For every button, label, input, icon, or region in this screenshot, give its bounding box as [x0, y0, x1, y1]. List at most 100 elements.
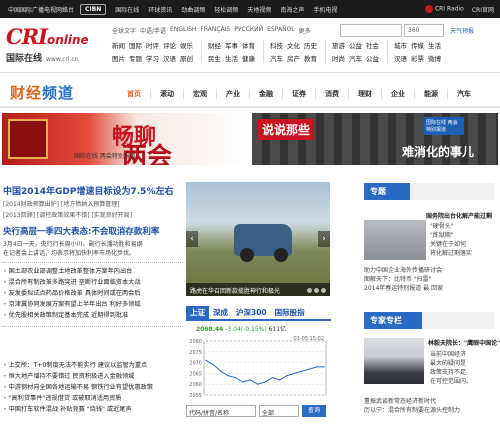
nav-link[interactable]: 生活 [428, 40, 441, 50]
tab-csi300[interactable]: 沪深300 [232, 306, 271, 319]
news-item[interactable]: 国土部农业部调整土地改革整体方案年内出台 [3, 266, 183, 277]
news-item[interactable]: 友发委拟试点药品价格改革 具体时间或在两会后 [3, 288, 183, 299]
topic-title[interactable]: 国务院出台化解产能过剩 [426, 211, 492, 220]
nav-link[interactable]: 财经 [208, 40, 221, 50]
expert-title[interactable]: 林毅夫院长："鹰眼中国论" [428, 338, 500, 347]
channel-nav-item[interactable]: 金融 [249, 89, 282, 99]
tab-global-index[interactable]: 国际股指 [271, 306, 309, 319]
top-headline[interactable]: 中国2014年GDP增速目标设为7.5%左右 [3, 184, 173, 197]
stock-code-input[interactable]: 代码/拼音/名称 [186, 405, 256, 417]
cri-online-logo[interactable]: CRIonline 国际在线 www.cri.cn [6, 24, 102, 68]
news-item[interactable]: 上交所：T+0制度无法不能实行 建议以监管为重点 [3, 360, 183, 371]
nav-link[interactable]: 图片 [112, 53, 125, 63]
network-title[interactable]: 中国国际广播电视网络台 [8, 5, 74, 14]
topic-image[interactable] [364, 220, 426, 260]
channel-nav-item[interactable]: 产业 [216, 89, 249, 99]
nav-link[interactable]: 汉语 [394, 53, 407, 63]
featured-photo[interactable]: 路虎在华召回新款揽胜神行和极光 [186, 182, 330, 296]
nav-link[interactable]: 军事 [225, 40, 238, 50]
tab-shenzhen[interactable]: 深成 [209, 306, 232, 319]
news-item[interactable]: 混合所有制改革多路突进 垄断行业面临资本大战 [3, 277, 183, 288]
nav-link[interactable]: 民生 [208, 53, 221, 63]
nav-link[interactable]: 汽车 [270, 53, 283, 63]
nav-link[interactable]: 微博 [428, 53, 441, 63]
channel-logo[interactable]: 财经频道 [10, 82, 74, 103]
top-channel-link[interactable]: 南海之声 [280, 5, 304, 14]
channel-nav-item[interactable]: 企业 [381, 89, 414, 99]
nav-link[interactable]: 娱乐 [180, 40, 193, 50]
expert-link[interactable]: 历以宁：混合所有制要在源头控制力 [364, 406, 460, 415]
lang-link[interactable]: ESPAÑOL [267, 26, 295, 35]
nav-link[interactable]: 国际 [129, 40, 142, 50]
news-item[interactable]: 中国打车软件混战 补贴竞赛 "烧钱" 或近尾声 [3, 404, 183, 415]
nav-link[interactable]: 汽车 [349, 53, 362, 63]
channel-nav-item[interactable]: 宏观 [183, 89, 216, 99]
top-channel-link[interactable]: 轻松调频 [214, 5, 238, 14]
tab-shanghai[interactable]: 上证 [186, 306, 209, 319]
nav-link[interactable]: 原创 [180, 53, 193, 63]
nav-link[interactable]: 传媒 [411, 40, 424, 50]
nav-link[interactable]: 时尚 [332, 53, 345, 63]
nav-link[interactable]: 房产 [287, 53, 300, 63]
nav-link[interactable]: 历史 [304, 40, 317, 50]
nav-link[interactable]: 公益 [366, 53, 379, 63]
nav-link[interactable]: 汉语 [163, 53, 176, 63]
top-channel-link[interactable]: 手机电视 [313, 5, 337, 14]
hard-topics-banner[interactable]: 说说那些 国际在线 两会特别报道 难消化的事儿 [252, 113, 498, 165]
lang-link[interactable]: FRANÇAIS [200, 26, 230, 35]
nav-link[interactable]: 教育 [304, 53, 317, 63]
nav-link[interactable]: 生活 [225, 53, 238, 63]
topic-link[interactable]: 助力中国企业海外传播研讨会 [364, 266, 443, 275]
nav-link[interactable]: 评论 [163, 40, 176, 50]
search-engine-select[interactable]: 360 [404, 24, 444, 37]
nav-link[interactable]: 学习 [146, 53, 159, 63]
channel-nav-item[interactable]: 汽车 [447, 89, 480, 99]
cri-official-link[interactable]: CRI官网 [472, 5, 494, 14]
channel-nav-item[interactable]: 证券 [282, 89, 315, 99]
nav-link[interactable]: 彩票 [411, 53, 424, 63]
stock-search-button[interactable]: 查询 [302, 405, 326, 417]
channel-nav-item[interactable]: 理财 [348, 89, 381, 99]
cri-radio-link[interactable]: CRI Radio [424, 5, 464, 13]
lang-link[interactable]: 更多 [299, 26, 311, 35]
two-sessions-banner[interactable]: 畅聊 两会 国际在线 两会特别报道 [2, 113, 247, 165]
cibn-logo[interactable]: CIBN [80, 3, 107, 15]
headline-sublinks[interactable]: [2013回顾] [调控政策效果不错] [实现良好开局] [3, 210, 183, 219]
nav-link[interactable]: 城市 [394, 40, 407, 50]
nav-link[interactable]: 旅游 [332, 40, 345, 50]
carousel-dot[interactable] [314, 288, 319, 293]
channel-nav-home[interactable]: 首页 [118, 89, 150, 99]
nav-link[interactable]: 公益 [349, 40, 362, 50]
top-channel-link[interactable]: 劲曲调频 [181, 5, 205, 14]
lang-link[interactable]: 全球文字 [112, 26, 136, 35]
top-channel-link[interactable]: 环球资讯 [148, 5, 172, 14]
lang-link[interactable]: ENGLISH [170, 26, 196, 35]
expert-portrait[interactable] [364, 338, 424, 384]
nav-link[interactable]: 健康 [242, 53, 255, 63]
nav-link[interactable]: 新闻 [112, 40, 125, 50]
top-channel-link[interactable]: 国际在线 [115, 5, 139, 14]
lang-link[interactable]: 中语/手语 [140, 26, 166, 35]
nav-link[interactable]: 体育 [242, 40, 255, 50]
nav-link[interactable]: 专题 [129, 53, 142, 63]
stock-market-select[interactable]: 全部 [259, 405, 299, 417]
nav-link[interactable]: 时评 [146, 40, 159, 50]
nav-link[interactable]: 科技 [270, 40, 283, 50]
channel-nav-item[interactable]: 能源 [414, 89, 447, 99]
news-item[interactable]: 京津冀协同发展方案有望上半年出台 利好多领域 [3, 299, 183, 310]
carousel-dot[interactable] [321, 288, 326, 293]
second-headline[interactable]: 央行高层一季四大表态:不会取消存款利率 [3, 225, 159, 237]
carousel-prev-arrow[interactable]: ‹ [186, 231, 198, 247]
carousel-next-arrow[interactable]: › [318, 231, 330, 247]
news-item[interactable]: 中游钢材向全国各地运输不易 钢铁行业有望优惠政策 [3, 382, 183, 393]
site-search-input[interactable] [340, 24, 402, 37]
weather-link[interactable]: 天气预报 [450, 26, 474, 35]
topic-link[interactable]: 2014年春运特别报道 最 回家 [364, 284, 443, 293]
topic-link[interactable]: 图解天下：比特币 "扫雷" [364, 275, 443, 284]
carousel-dot[interactable] [307, 288, 312, 293]
news-item[interactable]: "高利贷事件"违规借贷 或被取消适用资质 [3, 393, 183, 404]
nav-link[interactable]: 社会 [366, 40, 379, 50]
lang-link[interactable]: РУССКИЙ [234, 26, 263, 35]
news-item[interactable]: 优先股相关政策制定基本完成 近期得到批准 [3, 310, 183, 321]
news-item[interactable]: 恒大地产增持不要错过 民资积极进入金融领域 [3, 371, 183, 382]
